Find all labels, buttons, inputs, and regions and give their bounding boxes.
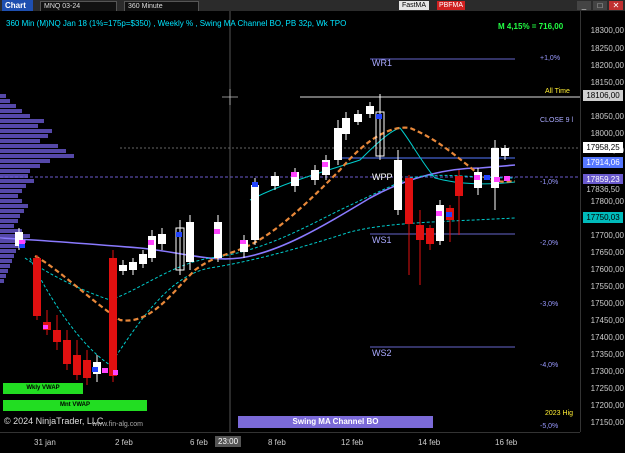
crosshair-time-label: 23:00 <box>215 436 242 447</box>
price-tick: 17450,00 <box>590 316 624 325</box>
year-high-label: 2023 Hig <box>545 410 574 417</box>
level-ws2: WS2 <box>372 348 392 358</box>
weekly-vwap-bar: Wkly VWAP <box>3 383 83 394</box>
time-label: 12 feb <box>341 438 364 447</box>
time-label: 6 feb <box>190 438 208 447</box>
time-axis[interactable]: 31 jan 2 feb 6 feb 23:00 8 feb 12 feb 14… <box>0 432 580 453</box>
price-tick: 17500,00 <box>590 299 624 308</box>
time-label: 8 feb <box>268 438 286 447</box>
time-label: 2 feb <box>115 438 133 447</box>
price-tick: 17800,00 <box>590 197 624 206</box>
chart-title: 360 Min (M)NQ Jan 18 (1%=175p=$350) , We… <box>6 19 347 28</box>
pbfma-button[interactable]: PBFMA <box>437 1 465 10</box>
price-tick: 18050,00 <box>590 112 624 121</box>
chart-plot-area[interactable]: 360 Min (M)NQ Jan 18 (1%=175p=$350) , We… <box>0 11 580 432</box>
pct-label: +1,0% <box>540 55 561 62</box>
price-tick: 17700,00 <box>590 231 624 240</box>
all-time-label: All Time <box>545 88 570 95</box>
price-box: 17836,50 <box>583 184 623 195</box>
minimize-icon[interactable]: _ <box>577 1 591 10</box>
time-label: 14 feb <box>418 438 441 447</box>
tpo-profile <box>0 94 74 283</box>
price-tick: 18000,00 <box>590 129 624 138</box>
chart-svg <box>0 11 580 432</box>
level-ws1: WS1 <box>372 235 392 245</box>
swing-ma-channel-label: Swing MA Channel BO <box>238 416 433 428</box>
time-label: 16 feb <box>495 438 518 447</box>
price-tick: 18150,00 <box>590 78 624 87</box>
maximize-icon[interactable]: □ <box>593 1 607 10</box>
price-tick: 17200,00 <box>590 401 624 410</box>
price-tick: 17400,00 <box>590 333 624 342</box>
price-tick: 17300,00 <box>590 367 624 376</box>
pct-label: -4,0% <box>540 362 559 369</box>
pct-label: -3,0% <box>540 301 559 308</box>
copyright-text: © 2024 NinjaTrader, LLC <box>4 416 104 426</box>
price-tick: 17350,00 <box>590 350 624 359</box>
monthly-vwap-bar: Mnt VWAP <box>3 400 147 411</box>
last-price-box: 17958,25 <box>583 142 623 153</box>
pct-label: -2,0% <box>540 240 559 247</box>
close-label: CLOSE 9 l <box>540 117 574 124</box>
fastma-button[interactable]: FastMA <box>399 1 429 10</box>
price-box: 17750,03 <box>583 212 623 223</box>
price-tick: 17150,00 <box>590 418 624 427</box>
level-wpp: WPP <box>372 172 393 182</box>
close-icon[interactable]: ✕ <box>609 1 623 10</box>
price-tick: 17600,00 <box>590 265 624 274</box>
price-tick: 17250,00 <box>590 384 624 393</box>
time-label: 31 jan <box>34 438 56 447</box>
level-wr1: WR1 <box>372 58 392 68</box>
price-box: 17914,06 <box>583 157 623 168</box>
pct-label: -5,0% <box>540 423 559 430</box>
toolbar: Chart MNQ 03-24 360 Minute FastMA PBFMA … <box>0 0 625 12</box>
pct-label: -1,0% <box>540 179 559 186</box>
all-time-high-price: 18106,00 <box>583 90 623 101</box>
price-tick: 18200,00 <box>590 61 624 70</box>
price-tick: 17550,00 <box>590 282 624 291</box>
price-tick: 17650,00 <box>590 248 624 257</box>
website-text: www.fin-alg.com <box>92 421 143 428</box>
price-tick: 18250,00 <box>590 44 624 53</box>
m-percent-label: M 4,15% = 716,00 <box>498 22 564 31</box>
price-tick: 18300,00 <box>590 26 624 35</box>
chart-tab[interactable]: Chart <box>2 0 33 11</box>
